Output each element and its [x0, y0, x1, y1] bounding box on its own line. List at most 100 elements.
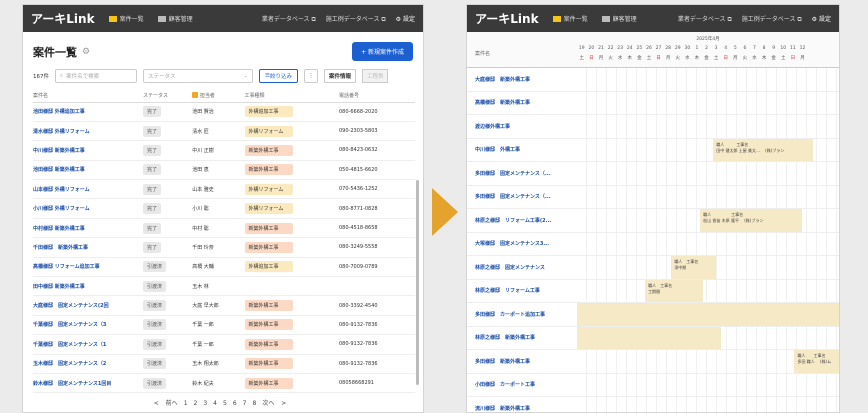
- gantt-bar[interactable]: [577, 303, 839, 326]
- more-menu-button[interactable]: ⋮: [303, 69, 318, 83]
- table-row[interactable]: 池田様邸 新築外構工事 完了 池田 恵新築外構工事 050-4815-6620: [33, 160, 415, 181]
- gantt-row[interactable]: 中川様邸 外構工事 職人 工事名 田中 健太郎 土屋 美太... (株)ブラン: [467, 138, 839, 162]
- filter-button[interactable]: ☰ 絞り込み: [259, 69, 298, 83]
- gantt-row[interactable]: 多田様邸 カーポート追加工事: [467, 303, 839, 327]
- list-scrollbar[interactable]: [416, 180, 419, 385]
- gantt-project-name[interactable]: 多田様邸 新築外構工事: [467, 350, 577, 373]
- project-name[interactable]: 小川様邸 外構リフォーム: [33, 198, 143, 219]
- gantt-project-name[interactable]: 多田様邸 固定メンテナンス（...: [467, 186, 577, 209]
- table-row[interactable]: 玉木様邸 固定メンテナンス（2 引渡済 玉木 翔太郎 新築外構工事 080-9132-7…: [33, 354, 415, 374]
- gantt-project-name[interactable]: 大塚様邸 固定メンテナンス3...: [467, 233, 577, 256]
- gantt-project-name[interactable]: 小田様邸 カーポート工事: [467, 374, 577, 397]
- project-name[interactable]: 池田様邸 外構追加工事: [33, 102, 143, 122]
- table-row[interactable]: 高橋様邸 リフォーム追加工事 引渡済 高橋 大輔 外構追加工事 080-7009-078…: [33, 257, 415, 278]
- gantt-project-name[interactable]: 多田様邸 カーポート追加工事: [467, 303, 577, 326]
- title-settings-icon[interactable]: ⚙: [82, 47, 90, 57]
- gantt-project-name[interactable]: 中川様邸 外構工事: [467, 139, 577, 162]
- gantt-bar[interactable]: 職人 工事名 多田 職人 (株)ム: [794, 350, 839, 373]
- table-row[interactable]: 小川様邸 外構リフォーム 完了 小川 聡外構リフォーム 080-8771-0828: [33, 198, 415, 219]
- gantt-row[interactable]: 大庭様邸 新築外構工事: [467, 68, 839, 92]
- gantt-bar[interactable]: 職人 工事名 田中 健太郎 土屋 美太... (株)ブラン: [713, 138, 813, 161]
- gantt-bar[interactable]: 職人 工事名 松山 香苗 木原 隆平 (株)ブラン: [700, 209, 803, 232]
- project-name[interactable]: 池田様邸 新築外構工事: [33, 160, 143, 181]
- status-select[interactable]: ステータス ⌄: [143, 69, 253, 83]
- link-example-db[interactable]: 施工例データベース ⧉: [326, 14, 386, 24]
- gantt-project-name[interactable]: 林原之様邸 新築外構工事: [467, 327, 577, 350]
- gantt-row[interactable]: 大塚様邸 固定メンテナンス3...: [467, 232, 839, 256]
- app-logo[interactable]: アーキLink: [31, 10, 95, 27]
- col-name[interactable]: 案件名: [33, 89, 143, 103]
- page-link[interactable]: 3: [203, 400, 207, 407]
- project-name[interactable]: 清水様邸 外構リフォーム: [33, 121, 143, 142]
- gantt-project-name[interactable]: 林原之様邸 固定メンテナンス: [467, 256, 577, 279]
- gantt-row[interactable]: 高橋様邸 新築外構工事: [467, 91, 839, 115]
- col-phone[interactable]: 電話番号: [339, 89, 415, 103]
- settings-button[interactable]: ⚙ 設定: [396, 14, 415, 23]
- table-row[interactable]: 池田様邸 外構追加工事 完了 池田 賢治 外構追加工事 080-6668-2020: [33, 102, 415, 122]
- project-name[interactable]: 中川様邸 新築外構工事: [33, 140, 143, 161]
- gantt-project-name[interactable]: 大庭様邸 新築外構工事: [467, 68, 577, 91]
- table-row[interactable]: 千葉様邸 固定メンテナンス（1 引渡済 千葉 一郎 新築外構工事 080-9132-78…: [33, 334, 415, 355]
- project-name[interactable]: 中村様邸 新築外構工事: [33, 218, 143, 239]
- table-row[interactable]: 田中様邸 新築外構工事 引渡済 玉木 林: [33, 276, 415, 297]
- gantt-row[interactable]: 小田様邸 カーポート工事: [467, 373, 839, 397]
- project-name[interactable]: 千葉様邸 固定メンテナンス（1: [33, 334, 143, 355]
- col-status[interactable]: ステータス: [143, 89, 193, 103]
- gantt-project-name[interactable]: 流川様邸 新築外構工事: [467, 397, 577, 412]
- nav-customers[interactable]: 顧客管理: [601, 14, 637, 23]
- project-name[interactable]: 玉木様邸 固定メンテナンス（2: [33, 354, 143, 374]
- gantt-bar[interactable]: 職人 工事名 滞中期: [671, 256, 716, 279]
- page-link[interactable]: < 前へ: [154, 400, 178, 407]
- page-link[interactable]: 5: [223, 400, 227, 407]
- gantt-project-name[interactable]: 林原之様邸 リフォーム工事(2...: [467, 209, 577, 232]
- col-person[interactable]: 担当者: [192, 89, 245, 103]
- search-input[interactable]: ⌕ 案件名で検索: [55, 69, 137, 83]
- page-link[interactable]: 7: [243, 400, 247, 407]
- project-name[interactable]: 千田様邸 新築外構工事: [33, 237, 143, 258]
- link-vendor-db[interactable]: 業者データベース ⧉: [262, 14, 316, 24]
- page-link[interactable]: 8: [252, 400, 256, 407]
- project-name[interactable]: 田中様邸 新築外構工事: [33, 276, 143, 297]
- app-logo[interactable]: アーキLink: [475, 10, 539, 27]
- table-row[interactable]: 清水様邸 外構リフォーム 完了 清水 匠外構リフォーム 090-2303-5803: [33, 121, 415, 142]
- project-name[interactable]: 鈴木様邸 固定メンテナンス1回目: [33, 373, 143, 394]
- gantt-row[interactable]: 流川様邸 新築外構工事: [467, 397, 839, 412]
- gantt-row[interactable]: 多田様邸 固定メンテナンス（...: [467, 185, 839, 209]
- gantt-row[interactable]: 林原之様邸 固定メンテナンス 職人 工事名 滞中期: [467, 256, 839, 280]
- gantt-bar[interactable]: [577, 326, 722, 349]
- gantt-project-name[interactable]: 林原之様邸 リフォーム工事: [467, 280, 577, 303]
- gantt-row[interactable]: 林原之様邸 新築外構工事: [467, 326, 839, 350]
- gantt-row[interactable]: 渡辺様外構工事: [467, 115, 839, 139]
- gantt-project-name[interactable]: 多田様邸 固定メンテナンス（...: [467, 162, 577, 185]
- table-row[interactable]: 鈴木様邸 固定メンテナンス1回目 引渡済 鈴木 紀夫 新築外構工事 0805866829…: [33, 373, 415, 394]
- gantt-row[interactable]: 多田様邸 固定メンテナンス（...: [467, 162, 839, 186]
- project-name[interactable]: 大庭様邸 固定メンテナンス(2回: [33, 295, 143, 316]
- gantt-project-name[interactable]: 高橋様邸 新築外構工事: [467, 92, 577, 115]
- table-row[interactable]: 大庭様邸 固定メンテナンス(2回 引渡済 大庭 早大郎 新築外構工事 080-3392-…: [33, 295, 415, 316]
- gantt-row[interactable]: 林原之様邸 リフォーム工事 職人 工事名 工期間: [467, 279, 839, 303]
- settings-button[interactable]: ⚙ 設定: [812, 14, 831, 23]
- page-link[interactable]: 6: [233, 400, 237, 407]
- page-link[interactable]: 4: [213, 400, 217, 407]
- page-link[interactable]: 次へ >: [262, 400, 286, 407]
- table-row[interactable]: 中村様邸 新築外構工事 完了 中村 聡新築外構工事 080-4518-8658: [33, 218, 415, 239]
- nav-projects[interactable]: 案件一覧: [552, 14, 588, 23]
- nav-projects[interactable]: 案件一覧: [108, 14, 144, 23]
- new-project-button[interactable]: + 新規案件作成: [352, 42, 413, 61]
- page-link[interactable]: 2: [194, 400, 198, 407]
- gantt-row[interactable]: 多田様邸 新築外構工事 職人 工事名 多田 職人 (株)ム: [467, 350, 839, 374]
- gantt-bar[interactable]: 職人 工事名 工期間: [645, 279, 703, 302]
- project-name[interactable]: 高橋様邸 リフォーム追加工事: [33, 257, 143, 278]
- project-name[interactable]: 千葉様邸 固定メンテナンス（3: [33, 315, 143, 336]
- table-row[interactable]: 千田様邸 新築外構工事 完了 千田 玲奈 新築外構工事 080-3249-5558: [33, 237, 415, 258]
- table-row[interactable]: 山本様邸 外構リフォーム 完了 山本 雅史 外構リフォーム 070-5436-1252: [33, 179, 415, 200]
- gantt-project-name[interactable]: 渡辺様外構工事: [467, 115, 577, 138]
- col-type[interactable]: 工事種類: [244, 89, 339, 103]
- project-name[interactable]: 山本様邸 外構リフォーム: [33, 179, 143, 200]
- link-example-db[interactable]: 施工例データベース ⧉: [742, 14, 802, 24]
- tab-schedule[interactable]: 工程表: [361, 69, 389, 83]
- link-vendor-db[interactable]: 業者データベース ⧉: [678, 14, 732, 24]
- page-link[interactable]: 1: [184, 400, 188, 407]
- tab-project-info[interactable]: 案件情報: [323, 69, 356, 83]
- gantt-row[interactable]: 林原之様邸 リフォーム工事(2... 職人 工事名 松山 香苗 木原 隆平 (株)ブ…: [467, 209, 839, 233]
